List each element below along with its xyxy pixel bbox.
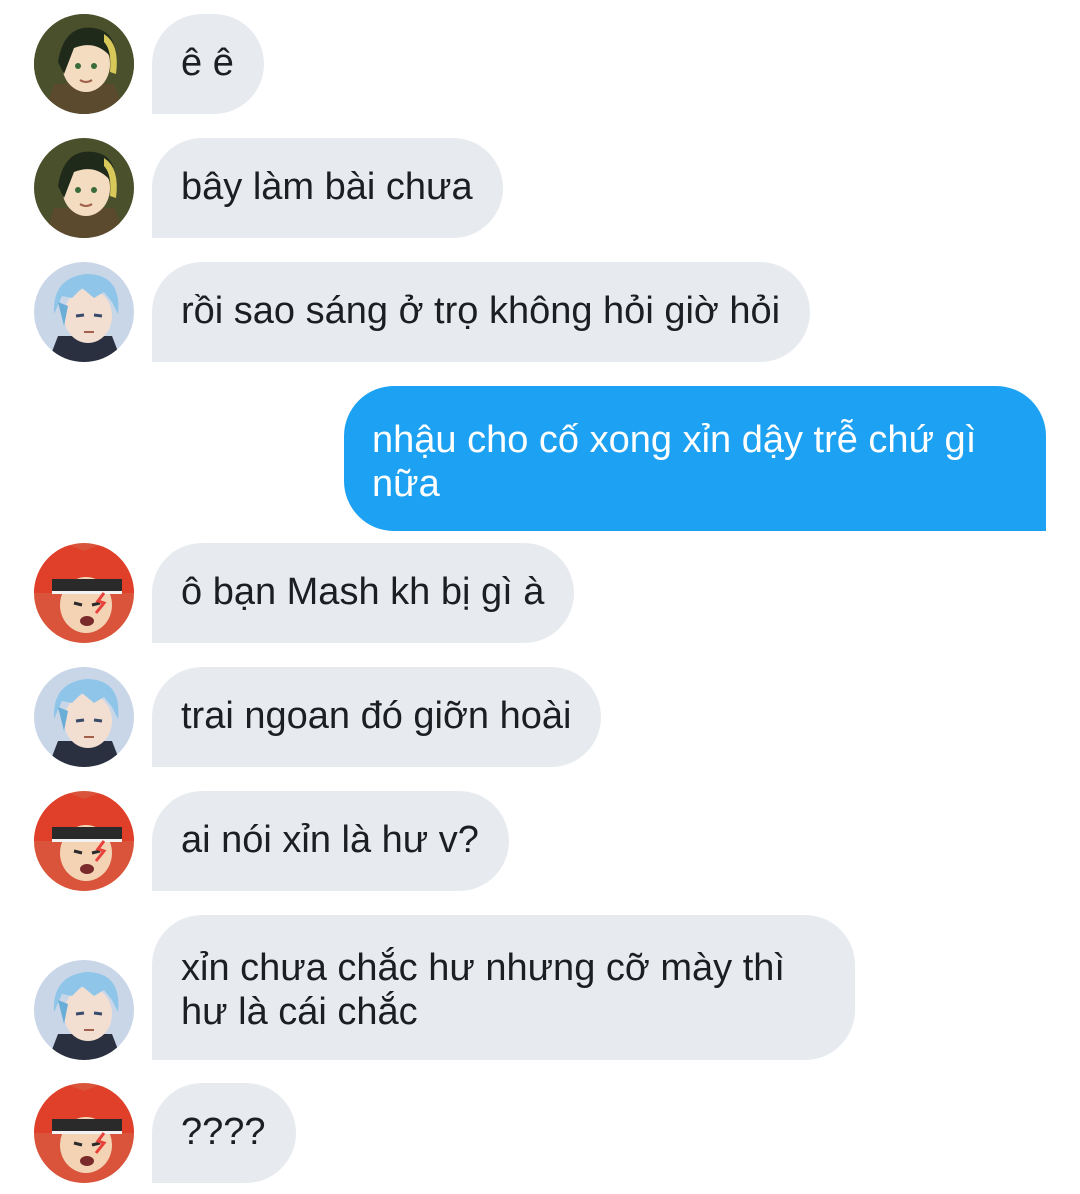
message-bubble[interactable]: bây làm bài chưa xyxy=(152,138,503,238)
avatar-blue-haired-user[interactable] xyxy=(34,262,134,362)
avatar-green-haired-user[interactable] xyxy=(34,138,134,238)
message-text: bây làm bài chưa xyxy=(181,166,473,208)
message-bubble[interactable]: trai ngoan đó giỡn hoài xyxy=(152,667,602,767)
outgoing-message-bubble[interactable]: nhậu cho cố xong xỉn dậy trễ chứ gì nữa xyxy=(344,386,1046,531)
avatar-blue-haired-icon xyxy=(34,262,134,362)
message-text: ô bạn Mash kh bị gì à xyxy=(181,571,545,613)
avatar-green-haired-icon xyxy=(34,14,134,114)
avatar-red-haired-icon xyxy=(34,543,134,643)
avatar-red-haired-user[interactable] xyxy=(34,791,134,891)
avatar-green-haired-user[interactable] xyxy=(34,14,134,114)
message-text: ???? xyxy=(181,1111,266,1153)
message-text: nhậu cho cố xong xỉn dậy trễ chứ gì nữa xyxy=(372,419,987,505)
message-bubble[interactable]: xỉn chưa chắc hư nhưng cỡ mày thì hư là … xyxy=(152,915,855,1060)
message-bubble[interactable]: ???? xyxy=(152,1083,296,1183)
message-text: rồi sao sáng ở trọ không hỏi giờ hỏi xyxy=(181,290,781,332)
message-bubble[interactable]: ai nói xỉn là hư v? xyxy=(152,791,509,891)
avatar-red-haired-icon xyxy=(34,1083,134,1183)
message-bubble[interactable]: rồi sao sáng ở trọ không hỏi giờ hỏi xyxy=(152,262,811,362)
avatar-green-haired-icon xyxy=(34,138,134,238)
avatar-red-haired-user[interactable] xyxy=(34,543,134,643)
avatar-red-haired-user[interactable] xyxy=(34,1083,134,1183)
message-text: trai ngoan đó giỡn hoài xyxy=(181,695,572,737)
avatar-blue-haired-user[interactable] xyxy=(34,960,134,1060)
avatar-red-haired-icon xyxy=(34,791,134,891)
message-bubble[interactable]: ê ê xyxy=(152,14,264,114)
message-text: xỉn chưa chắc hư nhưng cỡ mày thì hư là … xyxy=(181,947,796,1033)
avatar-blue-haired-icon xyxy=(34,960,134,1060)
message-text: ê ê xyxy=(181,42,234,84)
avatar-blue-haired-icon xyxy=(34,667,134,767)
message-text: ai nói xỉn là hư v? xyxy=(181,819,479,861)
avatar-blue-haired-user[interactable] xyxy=(34,667,134,767)
message-bubble[interactable]: ô bạn Mash kh bị gì à xyxy=(152,543,575,643)
